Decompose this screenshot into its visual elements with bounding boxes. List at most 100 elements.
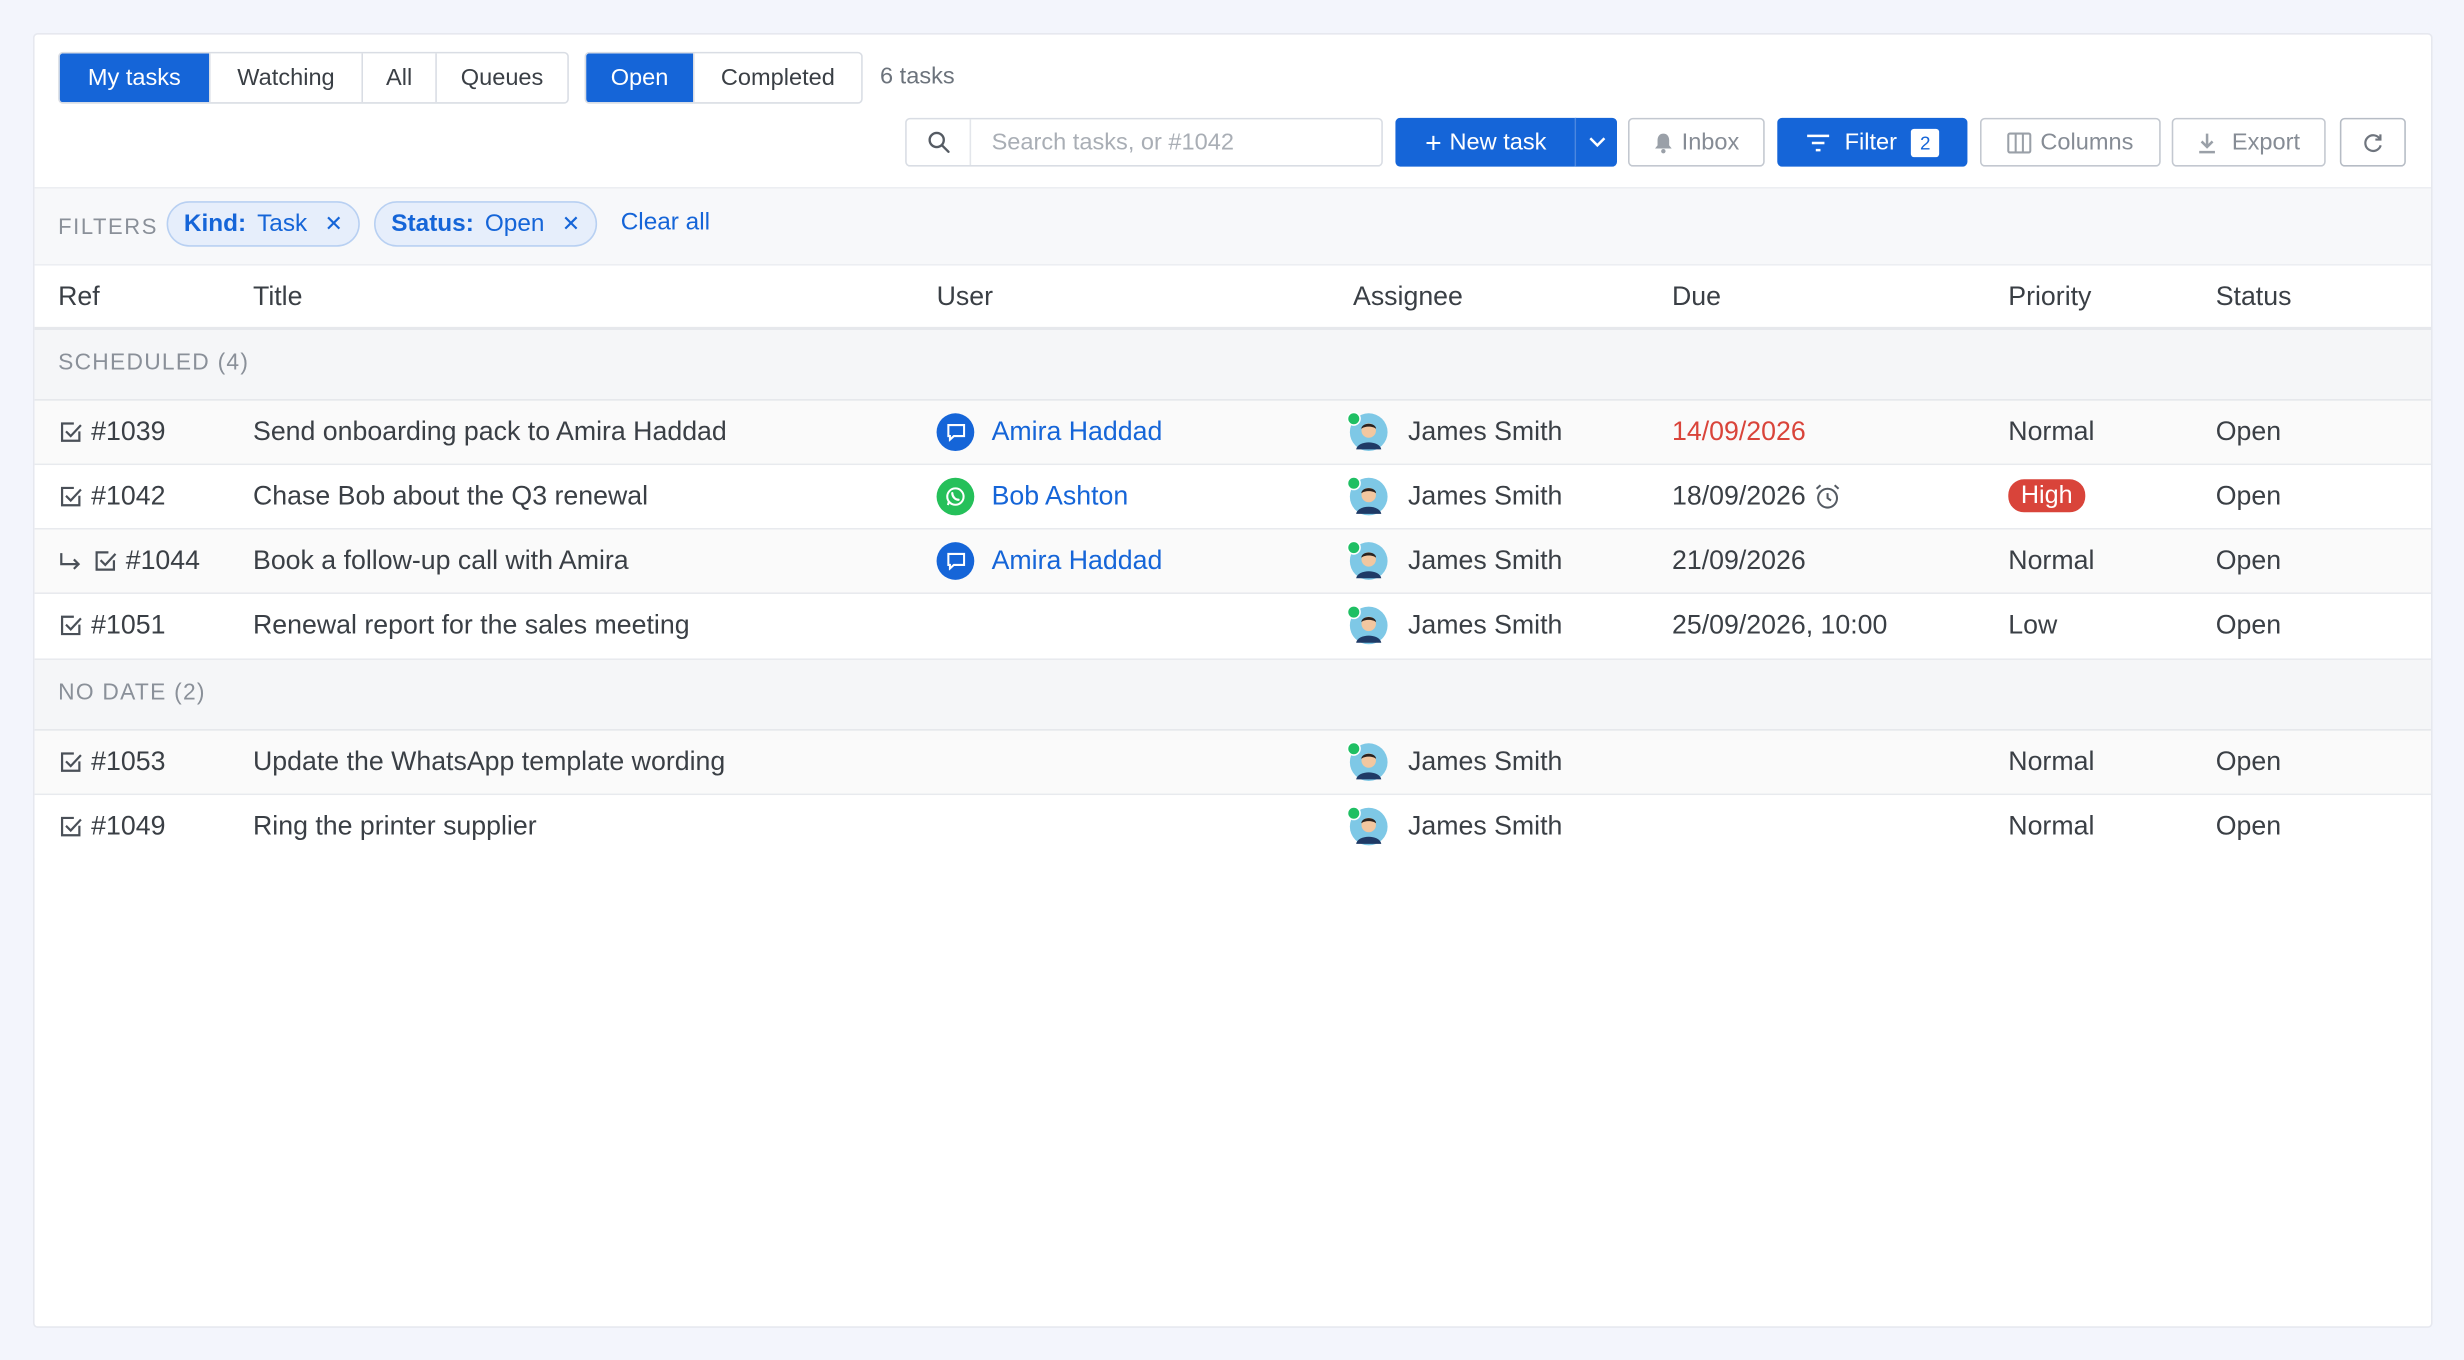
clear-all-link[interactable]: Clear all bbox=[621, 209, 710, 237]
table-row[interactable]: #1039 Send onboarding pack to Amira Hadd… bbox=[34, 400, 2432, 466]
filter-chip-kind[interactable]: Kind: Task ✕ bbox=[166, 201, 361, 247]
search-input[interactable]: Search tasks, or #1042 bbox=[971, 129, 1234, 156]
user-link[interactable]: Amira Haddad bbox=[992, 545, 1163, 576]
refresh-icon bbox=[2364, 133, 2382, 152]
task-ref[interactable]: #1044 bbox=[126, 545, 200, 576]
table-row[interactable]: #1042 Chase Bob about the Q3 renewal Bob… bbox=[34, 465, 2432, 530]
chat-icon bbox=[936, 542, 975, 580]
tab-completed[interactable]: Completed bbox=[693, 53, 861, 103]
avatar bbox=[1346, 540, 1389, 582]
status-label: Open bbox=[2215, 480, 2282, 511]
assignee-name[interactable]: James Smith bbox=[1408, 416, 1562, 447]
columns-icon bbox=[2007, 131, 2032, 153]
table-row[interactable]: #1051 Renewal report for the sales meeti… bbox=[34, 594, 2432, 661]
column-header-status[interactable]: Status bbox=[2216, 281, 2292, 312]
filters-label: FILTERS bbox=[58, 213, 158, 239]
assignee-name[interactable]: James Smith bbox=[1408, 746, 1562, 777]
online-status-dot bbox=[1346, 806, 1361, 821]
tab-all[interactable]: All bbox=[361, 53, 435, 103]
tab-open[interactable]: Open bbox=[586, 53, 694, 103]
task-title[interactable]: Renewal report for the sales meeting bbox=[253, 610, 690, 641]
column-header-title[interactable]: Title bbox=[253, 281, 303, 312]
group-header-no-date[interactable]: NO DATE (2) bbox=[34, 660, 2432, 731]
search-icon bbox=[907, 119, 972, 166]
refresh-button[interactable] bbox=[2339, 117, 2406, 167]
task-ref[interactable]: #1042 bbox=[91, 481, 165, 512]
user-link[interactable]: Amira Haddad bbox=[992, 416, 1163, 447]
state-tabs: Open Completed bbox=[584, 51, 863, 104]
column-header-user[interactable]: User bbox=[937, 281, 993, 312]
task-checkbox-icon bbox=[95, 551, 117, 571]
column-header-assignee[interactable]: Assignee bbox=[1353, 281, 1463, 312]
chat-icon bbox=[936, 413, 975, 452]
due-date: 14/09/2026 bbox=[1672, 416, 1806, 447]
assignee-name[interactable]: James Smith bbox=[1408, 481, 1562, 512]
priority-label: Normal bbox=[2008, 810, 2095, 841]
search-box[interactable]: Search tasks, or #1042 bbox=[905, 117, 1383, 167]
task-checkbox-icon bbox=[60, 422, 82, 442]
online-status-dot bbox=[1346, 476, 1361, 491]
task-title[interactable]: Chase Bob about the Q3 renewal bbox=[253, 481, 648, 512]
priority-label: Normal bbox=[2008, 545, 2095, 576]
tasks-panel: My tasks Watching All Queues Open Comple… bbox=[33, 33, 2433, 1328]
due-date: 21/09/2026 bbox=[1672, 545, 1806, 576]
download-icon bbox=[2199, 132, 2216, 153]
online-status-dot bbox=[1346, 741, 1361, 756]
close-icon[interactable]: ✕ bbox=[562, 211, 580, 238]
filter-chip-key: Kind: bbox=[183, 209, 247, 237]
new-task-dropdown-button[interactable] bbox=[1574, 117, 1618, 167]
task-title[interactable]: Ring the printer supplier bbox=[253, 811, 537, 842]
task-title[interactable]: Update the WhatsApp template wording bbox=[253, 746, 725, 777]
task-ref[interactable]: #1051 bbox=[91, 610, 165, 641]
priority-label: Normal bbox=[2008, 746, 2095, 777]
new-task-button[interactable]: + New task bbox=[1395, 117, 1577, 167]
assignee-name[interactable]: James Smith bbox=[1408, 811, 1562, 842]
task-title[interactable]: Book a follow-up call with Amira bbox=[253, 545, 629, 576]
column-header-priority[interactable]: Priority bbox=[2008, 281, 2091, 312]
assignee-name[interactable]: James Smith bbox=[1408, 545, 1562, 576]
task-ref[interactable]: #1039 bbox=[91, 416, 165, 447]
task-ref[interactable]: #1049 bbox=[91, 811, 165, 842]
task-checkbox-icon bbox=[60, 816, 82, 837]
status-label: Open bbox=[2215, 416, 2282, 447]
online-status-dot bbox=[1346, 540, 1361, 555]
avatar bbox=[1346, 605, 1389, 646]
assignee-name[interactable]: James Smith bbox=[1408, 610, 1562, 641]
export-button[interactable]: Export bbox=[2171, 117, 2326, 167]
inbox-label: Inbox bbox=[1681, 128, 1740, 156]
task-checkbox-icon bbox=[60, 486, 82, 507]
task-count: 6 tasks bbox=[880, 62, 955, 90]
alarm-clock-icon bbox=[1816, 484, 1840, 509]
new-task-label: New task bbox=[1449, 128, 1547, 156]
filter-chip-value: Task bbox=[257, 209, 308, 237]
tab-my-tasks[interactable]: My tasks bbox=[59, 53, 210, 103]
tab-watching[interactable]: Watching bbox=[209, 53, 361, 103]
filter-count-badge: 2 bbox=[1911, 128, 1940, 157]
avatar bbox=[1346, 741, 1389, 783]
scope-tabs: My tasks Watching All Queues bbox=[58, 51, 569, 104]
table-row[interactable]: #1049 Ring the printer supplier James Sm… bbox=[34, 795, 2432, 859]
online-status-dot bbox=[1346, 605, 1361, 620]
filter-button[interactable]: Filter 2 bbox=[1777, 117, 1968, 167]
user-link[interactable]: Bob Ashton bbox=[992, 481, 1129, 512]
filter-lines-icon bbox=[1806, 133, 1829, 151]
bell-icon bbox=[1655, 132, 1672, 153]
group-label: NO DATE (2) bbox=[58, 680, 206, 706]
filter-chip-status[interactable]: Status: Open ✕ bbox=[374, 201, 598, 247]
inbox-button[interactable]: Inbox bbox=[1628, 117, 1765, 167]
priority-label: Low bbox=[2008, 609, 2058, 640]
avatar bbox=[1346, 806, 1389, 847]
tab-queues[interactable]: Queues bbox=[435, 53, 567, 103]
column-header-ref[interactable]: Ref bbox=[58, 281, 100, 312]
table-row[interactable]: #1044 Book a follow-up call with Amira A… bbox=[34, 529, 2432, 595]
column-header-due[interactable]: Due bbox=[1672, 281, 1721, 312]
status-label: Open bbox=[2215, 810, 2282, 841]
table-row[interactable]: #1053 Update the WhatsApp template wordi… bbox=[34, 730, 2432, 796]
filter-label: Filter bbox=[1844, 128, 1897, 156]
task-title[interactable]: Send onboarding pack to Amira Haddad bbox=[253, 416, 727, 447]
task-ref[interactable]: #1053 bbox=[91, 746, 165, 777]
online-status-dot bbox=[1346, 411, 1361, 426]
close-icon[interactable]: ✕ bbox=[324, 211, 342, 238]
columns-button[interactable]: Columns bbox=[1980, 117, 2161, 167]
group-header-scheduled[interactable]: SCHEDULED (4) bbox=[34, 330, 2432, 401]
